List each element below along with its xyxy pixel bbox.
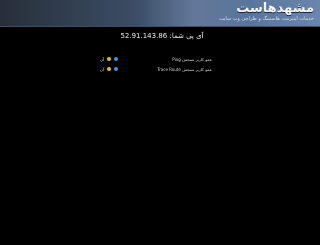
status-dot-icon[interactable] — [107, 67, 112, 71]
ip-label: آی پی شما: — [169, 32, 204, 40]
logo-subtitle: خدمات اینترنت، هاستینگ و طراحی وب سایت — [219, 16, 314, 22]
logo-title: مشهدهاست — [236, 1, 314, 16]
header-bar: مشهدهاست خدمات اینترنت، هاستینگ و طراحی … — [0, 0, 320, 27]
tools-list: آن عمو کاربر سنجش Ping آن عمو کاربر سنجش… — [100, 54, 212, 74]
ip-value: 52.91.143.86 — [120, 32, 168, 40]
status-text: آن — [100, 56, 105, 62]
list-item: آن عمو کاربر سنجش Trace Route — [100, 64, 212, 74]
list-item: آن عمو کاربر سنجش Ping — [100, 54, 212, 64]
status-text: آن — [100, 66, 105, 72]
ip-address-line: آی پی شما: 52.91.143.86 — [0, 32, 320, 40]
row-controls: آن — [100, 56, 119, 62]
tool-label: عمو کاربر سنجش Ping — [172, 56, 212, 62]
info-dot-icon[interactable] — [114, 67, 119, 71]
tool-label: عمو کاربر سنجش Trace Route — [157, 66, 212, 72]
row-controls: آن — [100, 66, 119, 72]
info-dot-icon[interactable] — [114, 57, 119, 61]
status-dot-icon[interactable] — [107, 57, 112, 61]
site-logo[interactable]: مشهدهاست خدمات اینترنت، هاستینگ و طراحی … — [219, 1, 314, 23]
